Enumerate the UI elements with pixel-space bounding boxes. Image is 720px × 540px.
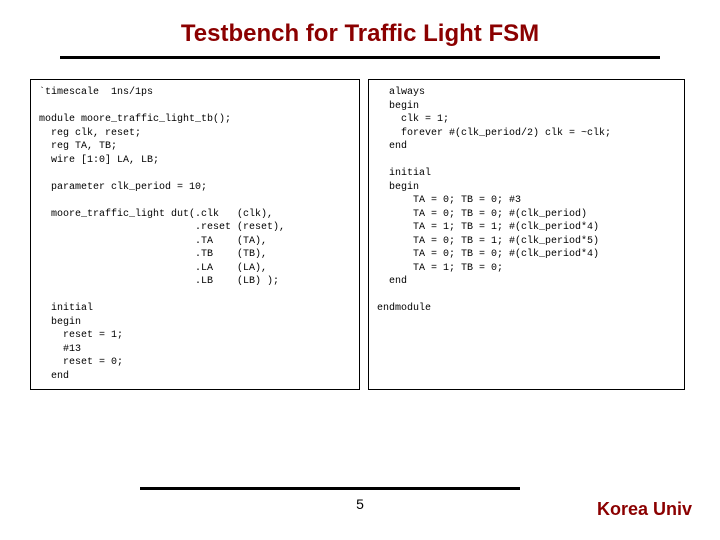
page-number: 5 [356,496,364,512]
slide-title: Testbench for Traffic Light FSM [0,0,720,56]
code-right: always begin clk = 1; forever #(clk_peri… [368,79,685,390]
code-left: `timescale 1ns/1ps module moore_traffic_… [30,79,360,390]
brand-label: Korea Univ [597,499,692,520]
footer-divider [140,487,520,490]
code-columns: `timescale 1ns/1ps module moore_traffic_… [0,79,720,390]
title-divider [60,56,660,59]
